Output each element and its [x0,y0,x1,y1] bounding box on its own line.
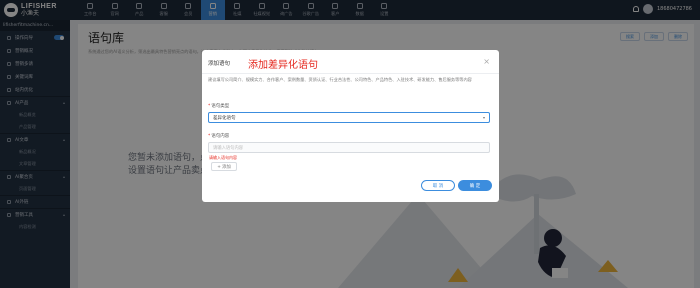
add-sentence-dialog: 添加语句 添加差异化语句 × 建议填写公司简介、规模实力、合作客户、案例数量、资… [202,50,499,202]
sentence-type-label: *语句类型 [208,104,230,109]
dialog-annotation: 添加差异化语句 [248,60,318,71]
close-icon[interactable]: × [483,58,490,66]
chevron-down-icon [483,116,485,119]
dialog-title: 添加语句 [208,61,231,67]
dialog-tip: 建议填写公司简介、规模实力、合作客户、案例数量、资质认证、行业合法性、公司特色、… [208,77,472,82]
sentence-type-select[interactable]: 差异化语句 [208,112,490,123]
sentence-content-label: *语句内容 [208,134,230,139]
cancel-button[interactable]: 取 消 [421,180,455,191]
sentence-content-input[interactable]: 请输入语句内容 [208,142,490,153]
dialog-header: 添加语句 添加差异化语句 × [202,50,499,74]
confirm-button[interactable]: 确 定 [458,180,492,191]
add-sentence-button[interactable]: + 添加 [211,162,237,171]
content-error-message: 请输入语句内容 [209,155,237,160]
